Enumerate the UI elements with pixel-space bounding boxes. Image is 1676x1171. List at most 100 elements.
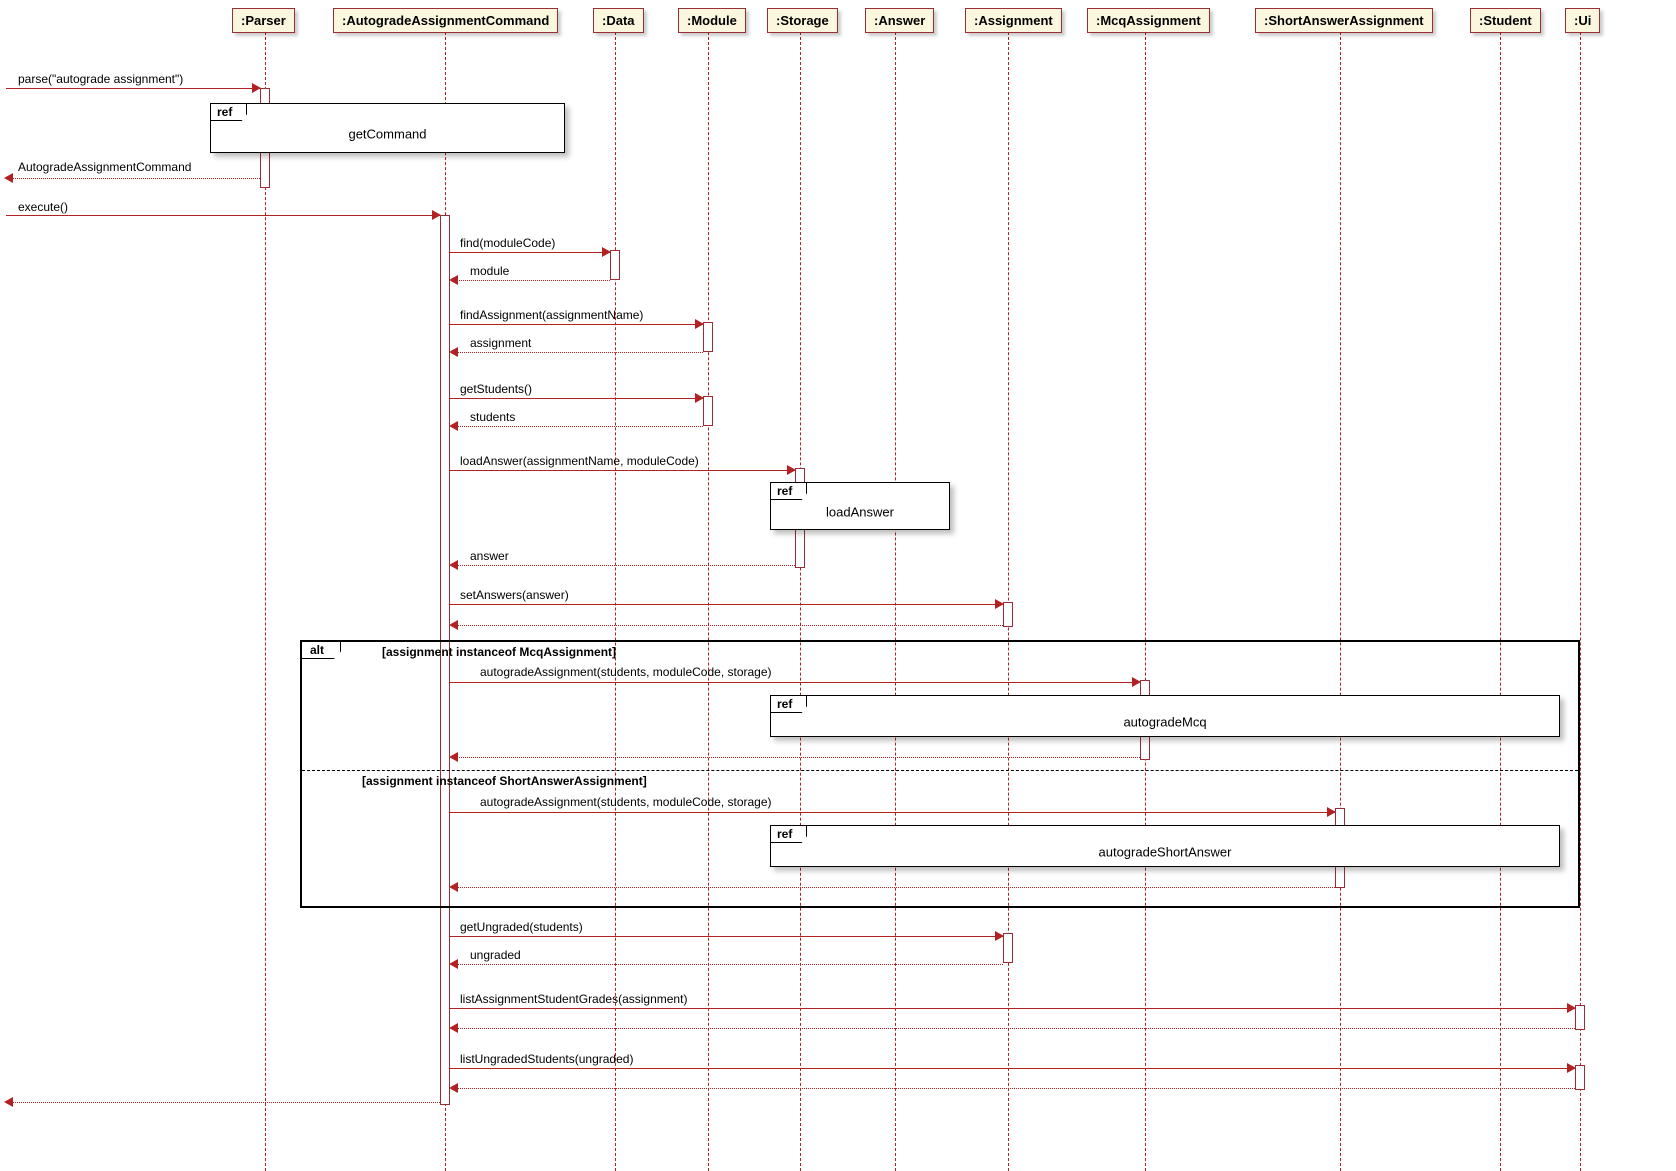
activation-ui-2 (1575, 1065, 1585, 1090)
msg-ret-answer: answer (470, 549, 509, 563)
arrow-getungraded (450, 936, 1003, 937)
activation-assignment-2 (1003, 933, 1013, 963)
arrowhead-ret-students (449, 421, 458, 431)
arrowhead-setanswers (995, 599, 1004, 609)
ref-autoshort: ref autogradeShortAnswer (770, 825, 1560, 867)
arrow-ret-listgrades (455, 1028, 1575, 1029)
ref-tag-loadanswer: ref (770, 482, 807, 500)
participant-parser: :Parser (232, 8, 295, 33)
msg-listungraded: listUngradedStudents(ungraded) (460, 1052, 633, 1066)
arrowhead-parse (252, 83, 261, 93)
msg-parse: parse("autograde assignment") (18, 72, 183, 86)
participant-storage: :Storage (767, 8, 838, 33)
arrow-ret-cmd (10, 178, 260, 179)
msg-ret-students: students (470, 410, 515, 424)
arrowhead-getstudents (695, 393, 704, 403)
arrowhead-execute (432, 210, 441, 220)
msg-find: find(moduleCode) (460, 236, 555, 250)
arrow-getstudents (450, 398, 703, 399)
arrowhead-ret-automcq (449, 752, 458, 762)
ref-label-autoshort: autogradeShortAnswer (771, 845, 1559, 860)
lifeline-ui (1580, 32, 1581, 1171)
activation-ui-1 (1575, 1005, 1585, 1030)
lifeline-parser (265, 32, 266, 1171)
participant-data: :Data (593, 8, 644, 33)
arrowhead-listungraded (1567, 1063, 1576, 1073)
arrowhead-loadanswer (787, 465, 796, 475)
arrowhead-ret-module (449, 275, 458, 285)
arrowhead-ret-listgrades (449, 1023, 458, 1033)
arrowhead-ret-assign (449, 347, 458, 357)
lifeline-module (708, 32, 709, 1171)
arrow-ret-setanswers (455, 625, 1003, 626)
arrowhead-find (602, 247, 611, 257)
participant-cmd: :AutogradeAssignmentCommand (333, 8, 558, 33)
msg-findassign: findAssignment(assignmentName) (460, 308, 643, 322)
msg-autograde-mcq: autogradeAssignment(students, moduleCode… (480, 665, 772, 679)
activation-module-1 (703, 322, 713, 352)
alt-divider (302, 770, 1578, 771)
arrowhead-ret-answer (449, 560, 458, 570)
msg-ret-ungraded: ungraded (470, 948, 521, 962)
alt-frame: alt [assignment instanceof McqAssignment… (300, 640, 1580, 908)
participant-short: :ShortAnswerAssignment (1255, 8, 1433, 33)
arrowhead-getungraded (995, 931, 1004, 941)
msg-ret-assign: assignment (470, 336, 531, 350)
participant-assignment: :Assignment (965, 8, 1062, 33)
msg-ret-cmd: AutogradeAssignmentCommand (18, 160, 191, 174)
ref-label-automcq: autogradeMcq (771, 715, 1559, 730)
arrowhead-listgrades (1567, 1003, 1576, 1013)
lifeline-answer (895, 32, 896, 1171)
arrowhead-autograde-mcq (1132, 677, 1141, 687)
ref-getcommand: ref getCommand (210, 103, 565, 153)
arrow-setanswers (450, 604, 1003, 605)
arrow-execute (6, 215, 440, 216)
participant-mcq: :McqAssignment (1087, 8, 1210, 33)
arrowhead-findassign (695, 319, 704, 329)
ref-tag-getcommand: ref (210, 103, 247, 121)
msg-loadanswer: loadAnswer(assignmentName, moduleCode) (460, 454, 699, 468)
arrowhead-ret-listungraded (449, 1083, 458, 1093)
arrowhead-ret-cmd (4, 173, 13, 183)
msg-execute: execute() (18, 200, 68, 214)
activation-data-1 (610, 250, 620, 280)
arrow-autograde-short (450, 812, 1335, 813)
arrow-find (450, 252, 610, 253)
arrow-ret-autoshort (455, 887, 1335, 888)
arrow-ret-execute (10, 1102, 440, 1103)
arrow-parse (6, 88, 260, 89)
participant-answer: :Answer (865, 8, 934, 33)
msg-autograde-short: autogradeAssignment(students, moduleCode… (480, 795, 772, 809)
arrow-ret-assign (455, 352, 703, 353)
arrow-listungraded (450, 1068, 1575, 1069)
arrow-ret-module (455, 280, 610, 281)
ref-label-getcommand: getCommand (211, 127, 564, 142)
activation-assignment-1 (1003, 602, 1013, 627)
lifeline-mcq (1145, 32, 1146, 1171)
arrow-loadanswer (450, 470, 795, 471)
alt-guard-2: [assignment instanceof ShortAnswerAssign… (362, 774, 647, 788)
arrowhead-autograde-short (1327, 807, 1336, 817)
lifeline-short (1340, 32, 1341, 1171)
arrow-ret-ungraded (455, 964, 1003, 965)
arrow-findassign (450, 324, 703, 325)
msg-getstudents: getStudents() (460, 382, 532, 396)
participant-ui: :Ui (1565, 8, 1600, 33)
arrow-ret-answer (455, 565, 795, 566)
lifeline-storage (800, 32, 801, 1171)
ref-tag-autoshort: ref (770, 825, 807, 843)
alt-guard-1: [assignment instanceof McqAssignment] (382, 645, 616, 659)
ref-loadanswer: ref loadAnswer (770, 482, 950, 530)
arrowhead-ret-execute (4, 1097, 13, 1107)
activation-module-2 (703, 396, 713, 426)
arrow-autograde-mcq (450, 682, 1140, 683)
arrow-ret-listungraded (455, 1088, 1575, 1089)
arrow-ret-automcq (455, 757, 1140, 758)
arrowhead-ret-autoshort (449, 882, 458, 892)
arrow-ret-students (455, 426, 703, 427)
participant-module: :Module (678, 8, 746, 33)
msg-getungraded: getUngraded(students) (460, 920, 583, 934)
msg-listgrades: listAssignmentStudentGrades(assignment) (460, 992, 687, 1006)
arrowhead-ret-setanswers (449, 620, 458, 630)
msg-ret-module: module (470, 264, 509, 278)
